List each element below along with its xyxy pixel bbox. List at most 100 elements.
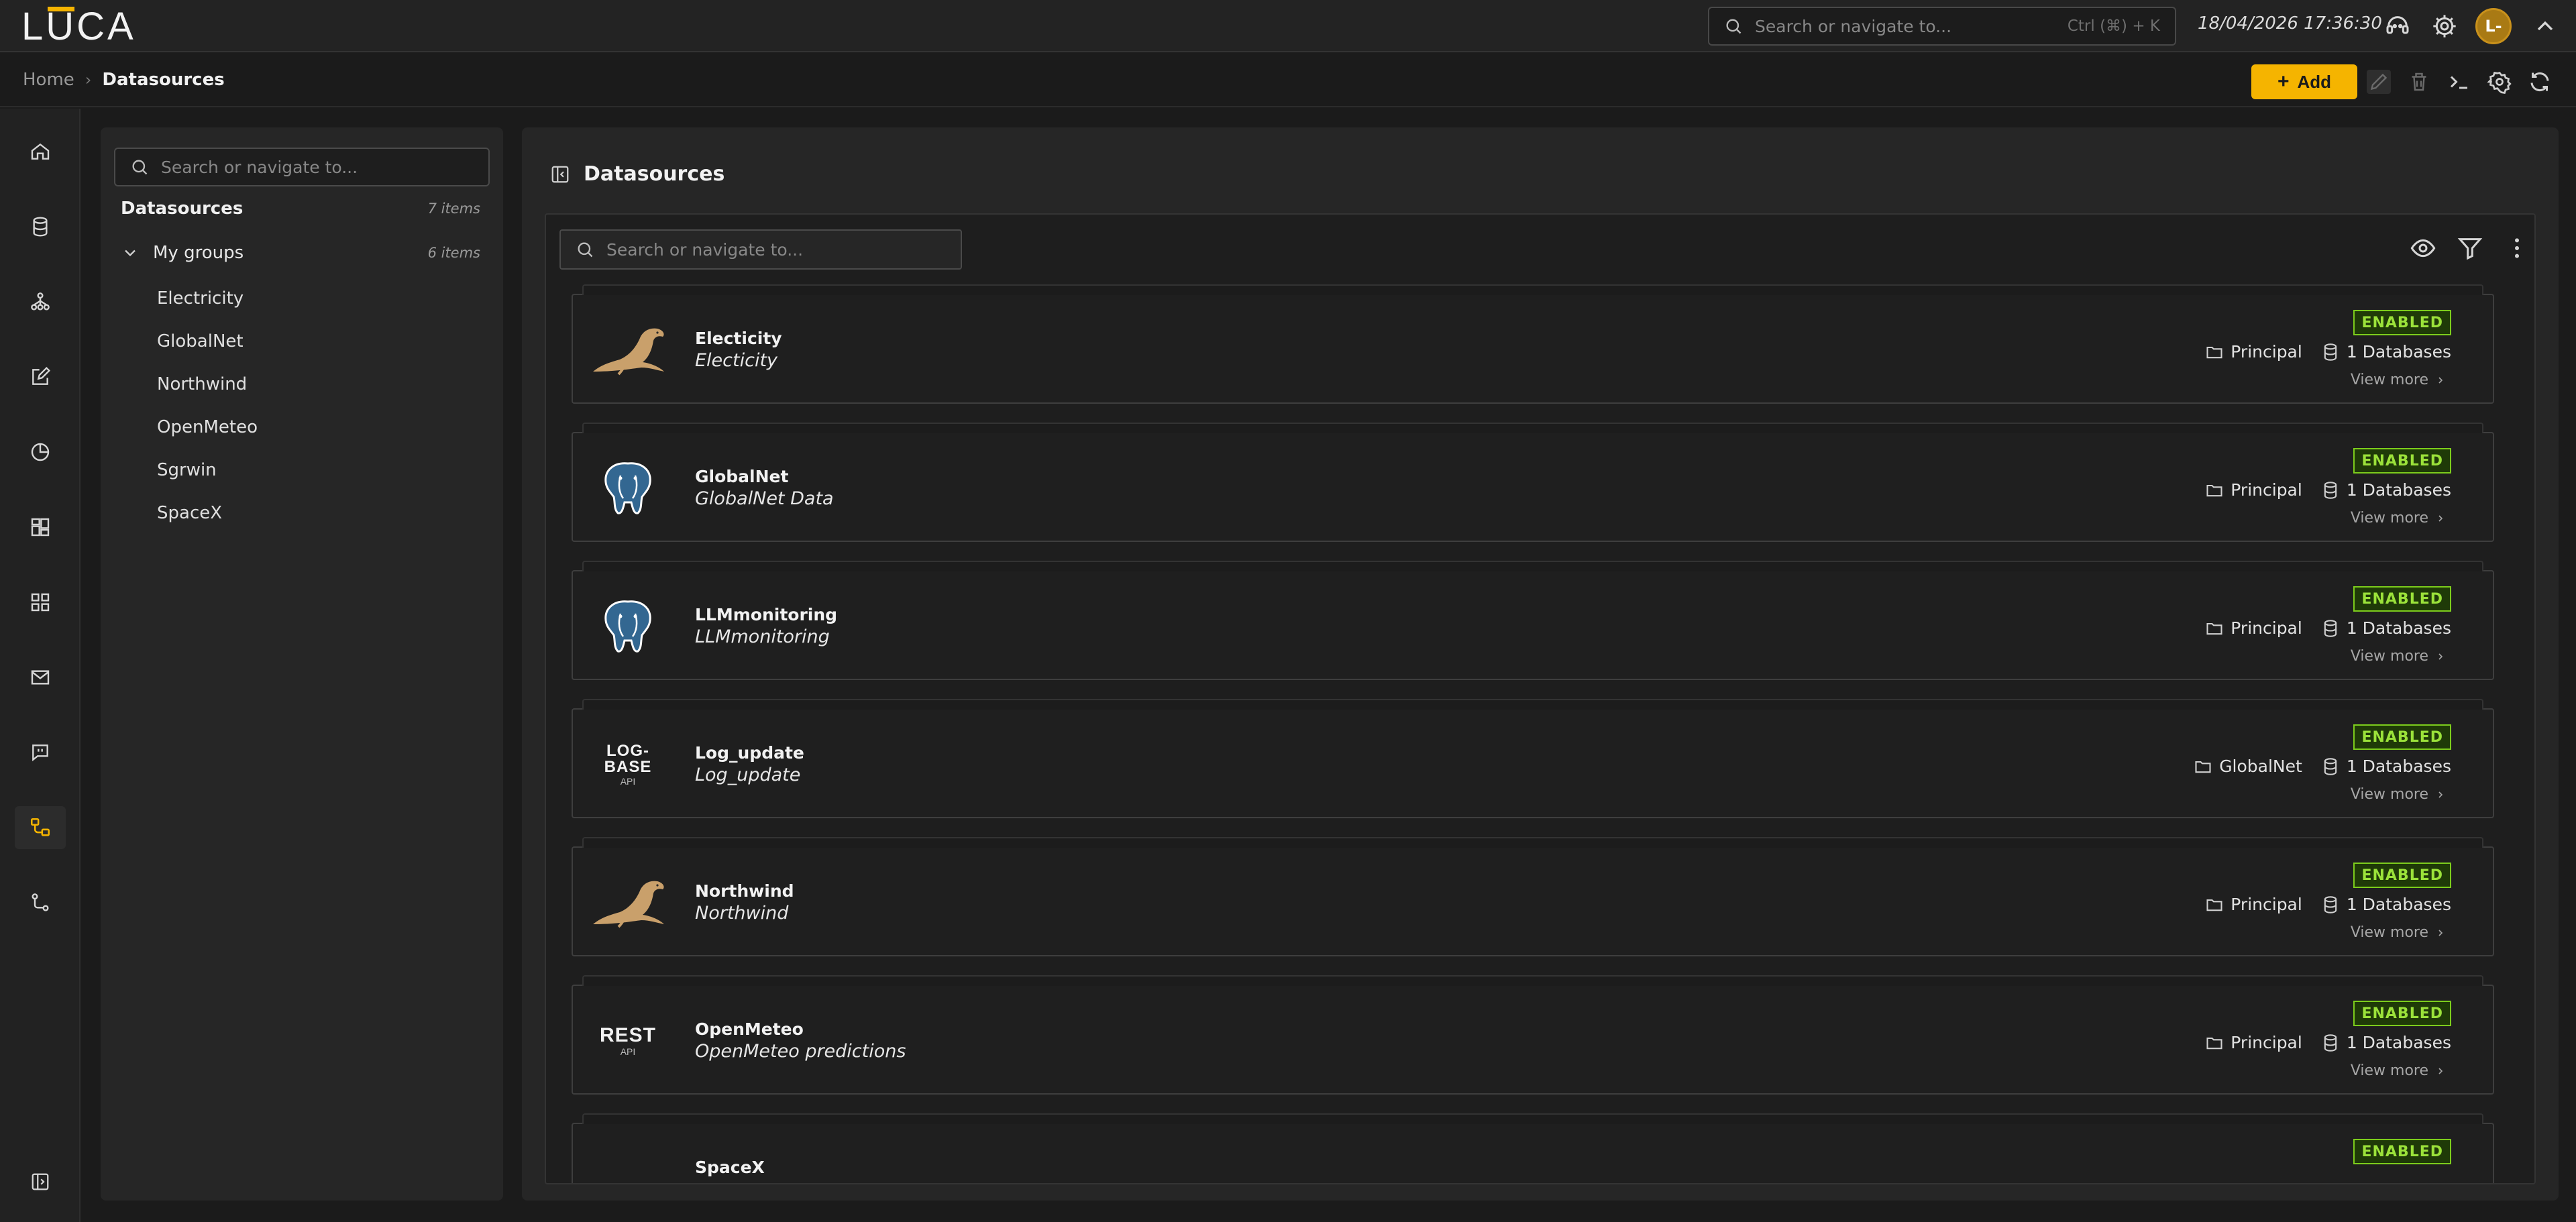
- nav-workflow-icon[interactable]: [15, 881, 66, 924]
- chevron-right-icon: [2438, 791, 2443, 798]
- database-icon: [2324, 757, 2337, 775]
- view-more-label: View more: [2350, 786, 2428, 803]
- tree-search-input[interactable]: Search or navigate to...: [114, 148, 490, 186]
- app-logo[interactable]: L U CA: [21, 5, 136, 48]
- settings-cog-icon[interactable]: [2487, 70, 2512, 94]
- breadcrumb: Home › Datasources: [23, 70, 225, 90]
- status-badge: ENABLED: [2353, 724, 2451, 750]
- view-more-link[interactable]: View more: [2351, 510, 2446, 526]
- nav-home-icon[interactable]: [15, 130, 66, 173]
- sub-bar: Home › Datasources + Add: [0, 54, 2576, 107]
- tree-item-sgrwin[interactable]: Sgrwin: [157, 460, 217, 480]
- group-label: Principal: [2231, 342, 2302, 362]
- chevron-right-icon: [2438, 929, 2443, 936]
- search-icon: [130, 158, 149, 176]
- plus-icon: +: [2277, 70, 2290, 93]
- datasource-name: Northwind: [695, 881, 794, 901]
- tree-item-northwind[interactable]: Northwind: [157, 374, 247, 394]
- support-agent-icon[interactable]: [2384, 13, 2411, 40]
- nav-edit-icon[interactable]: [15, 355, 66, 398]
- group-label: Principal: [2231, 480, 2302, 500]
- datasource-name: Log_update: [695, 743, 804, 763]
- view-more-link[interactable]: View more: [2351, 924, 2446, 941]
- database-icon: [2324, 619, 2337, 637]
- add-button[interactable]: + Add: [2251, 64, 2357, 99]
- datasource-description: OpenMeteo predictions: [695, 1041, 906, 1062]
- left-navigation-rail: [0, 109, 80, 1222]
- datasource-name: Electicity: [695, 329, 782, 348]
- status-badge: ENABLED: [2353, 448, 2451, 474]
- user-avatar[interactable]: L-: [2475, 8, 2512, 44]
- terminal-icon[interactable]: [2447, 70, 2471, 94]
- settings-gear-icon[interactable]: [2431, 13, 2458, 40]
- datasource-description: Log_update: [695, 765, 801, 785]
- chevron-up-icon[interactable]: [2532, 13, 2559, 40]
- datetime-display: 18/04/2026 17:36:30: [2198, 13, 2382, 34]
- view-more-link[interactable]: View more: [2351, 372, 2446, 388]
- nav-dashboard-icon[interactable]: [15, 506, 66, 549]
- logo-subtext: API: [620, 776, 636, 787]
- database-icon: [2324, 343, 2337, 361]
- view-more-label: View more: [2350, 510, 2428, 526]
- view-more-link[interactable]: View more: [2351, 786, 2446, 803]
- more-vertical-icon[interactable]: [2504, 235, 2532, 263]
- log-base-logo: LOG-BASE API: [588, 732, 668, 797]
- tree-item-globalnet[interactable]: GlobalNet: [157, 331, 244, 351]
- datasource-card[interactable]: Northwind Northwind ENABLED Principal 1 …: [572, 837, 2494, 956]
- edit-pencil-icon[interactable]: [2367, 70, 2391, 94]
- datasource-description: GlobalNet Data: [695, 488, 834, 509]
- status-badge: ENABLED: [2353, 1001, 2451, 1026]
- database-count: 1 Databases: [2346, 1033, 2451, 1052]
- folder-icon: [2206, 899, 2222, 911]
- mysql-icon: [588, 871, 668, 935]
- status-badge: ENABLED: [2353, 863, 2451, 888]
- nav-hierarchy-icon[interactable]: [15, 280, 66, 323]
- visibility-eye-icon[interactable]: [2410, 235, 2438, 263]
- delete-trash-icon[interactable]: [2407, 70, 2431, 94]
- logo-text: LOG-BASE: [604, 742, 652, 776]
- tree-group-my-groups[interactable]: My groups 6 items: [121, 243, 480, 263]
- postgresql-icon: [588, 594, 668, 659]
- datasource-card[interactable]: Electicity Electicity ENABLED Principal …: [572, 284, 2494, 404]
- tree-item-electricity[interactable]: Electricity: [157, 288, 244, 309]
- breadcrumb-home-link[interactable]: Home: [23, 70, 74, 90]
- list-search-input[interactable]: Search or navigate to...: [559, 229, 962, 270]
- nav-grid-icon[interactable]: [15, 581, 66, 624]
- datasource-card[interactable]: REST API OpenMeteo OpenMeteo predictions…: [572, 975, 2494, 1095]
- datasource-name: GlobalNet: [695, 467, 789, 486]
- main-title: Datasources: [550, 162, 724, 186]
- database-icon: [2324, 895, 2337, 913]
- global-search-input[interactable]: Search or navigate to... Ctrl (⌘) + K: [1708, 7, 2176, 46]
- datasource-card[interactable]: LOG-BASE API Log_update Log_update ENABL…: [572, 699, 2494, 818]
- database-count: 1 Databases: [2346, 618, 2451, 638]
- tree-item-openmeteo[interactable]: OpenMeteo: [157, 417, 258, 437]
- tree-item-spacex[interactable]: SpaceX: [157, 503, 222, 523]
- folder-icon: [2206, 1037, 2222, 1049]
- nav-mail-icon[interactable]: [15, 656, 66, 699]
- database-icon: [2324, 1034, 2337, 1052]
- chevron-right-icon: [2438, 514, 2443, 522]
- nav-chat-icon[interactable]: [15, 731, 66, 774]
- datasource-card[interactable]: GlobalNet GlobalNet Data ENABLED Princip…: [572, 423, 2494, 542]
- panel-toggle-icon[interactable]: [550, 164, 570, 184]
- tree-root-count: 7 items: [427, 201, 480, 217]
- status-badge: ENABLED: [2353, 310, 2451, 335]
- nav-pie-chart-icon[interactable]: [15, 431, 66, 474]
- nav-database-icon[interactable]: [15, 205, 66, 248]
- tree-root-datasources[interactable]: Datasources 7 items: [121, 199, 480, 219]
- postgresql-icon: [588, 456, 668, 520]
- datasource-card[interactable]: LLMmonitoring LLMmonitoring ENABLED Prin…: [572, 561, 2494, 680]
- view-more-link[interactable]: View more: [2351, 1062, 2446, 1079]
- filter-funnel-icon[interactable]: [2457, 235, 2485, 263]
- refresh-icon[interactable]: [2528, 70, 2552, 94]
- view-more-link[interactable]: View more: [2351, 648, 2446, 665]
- nav-datasources-icon[interactable]: [15, 806, 66, 849]
- datasource-list-container: Search or navigate to... Electicity Elec…: [545, 213, 2536, 1184]
- breadcrumb-separator: ›: [85, 70, 92, 89]
- top-bar: L U CA Search or navigate to... Ctrl (⌘) +…: [0, 0, 2576, 52]
- collapse-sidebar-icon[interactable]: [15, 1160, 66, 1203]
- group-label: Principal: [2231, 1033, 2302, 1052]
- view-more-label: View more: [2350, 1062, 2428, 1079]
- datasource-card[interactable]: SpaceX ENABLED: [572, 1113, 2494, 1183]
- database-count: 1 Databases: [2346, 895, 2451, 914]
